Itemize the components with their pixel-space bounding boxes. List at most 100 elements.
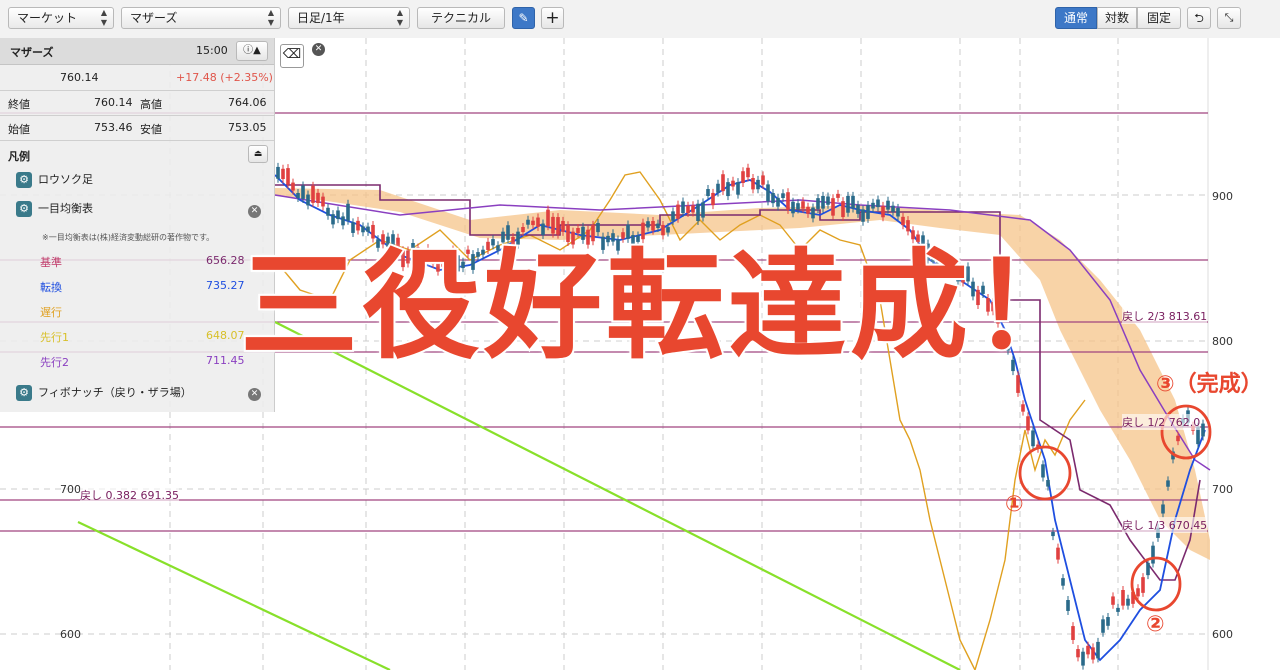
- y-axis-label: 600: [1212, 628, 1233, 641]
- candle-body: [876, 199, 880, 208]
- candle-body: [311, 185, 315, 203]
- legend-ichimoku-label: 一目均衡表: [38, 202, 93, 215]
- candle-body: [1026, 416, 1030, 431]
- candle-body: [711, 192, 715, 206]
- high-label: 高値: [140, 98, 162, 111]
- candle-body: [1151, 545, 1155, 564]
- legend-fibonacci[interactable]: ⚙ フィボナッチ（戻り・ザラ場）: [16, 384, 192, 401]
- candle-body: [801, 201, 805, 209]
- y-axis-label: 700: [1212, 483, 1233, 496]
- legend-fibonacci-label: フィボナッチ（戻り・ザラ場）: [38, 386, 192, 399]
- candle-body: [1051, 531, 1055, 537]
- candle-body: [1106, 617, 1110, 626]
- scale-fixed-button[interactable]: 固定: [1137, 7, 1181, 29]
- close-label: 終値: [8, 98, 30, 111]
- candle-body: [1166, 480, 1170, 487]
- undo-icon: ⮌: [1194, 11, 1204, 25]
- candle-body: [721, 174, 725, 192]
- candle-body: [1061, 578, 1065, 586]
- select-arrows-icon: ▲ ▼: [396, 8, 403, 27]
- annotation-mark-1: ①: [1005, 492, 1024, 517]
- open-label: 始値: [8, 123, 30, 136]
- divider: [0, 90, 274, 91]
- fib-label-1-2: 戻し 1/2 762.0: [1122, 414, 1201, 430]
- period-select-label: 日足/1年: [297, 11, 345, 25]
- legend-candle[interactable]: ⚙ ロウソク足: [16, 171, 93, 188]
- candle-body: [871, 202, 875, 209]
- candle-body: [1031, 430, 1035, 447]
- candle-body: [321, 196, 325, 207]
- candle-body: [726, 182, 730, 197]
- candle-body: [1201, 423, 1205, 437]
- shrink-icon: ⤡: [1224, 11, 1234, 24]
- annotation-mark-2: ②: [1146, 612, 1165, 637]
- remove-fibonacci-icon[interactable]: ✕: [248, 388, 261, 401]
- kijun-label: 基準: [40, 256, 62, 269]
- candle-body: [1176, 435, 1180, 442]
- candle-body: [761, 175, 765, 185]
- candle-body: [1096, 641, 1100, 659]
- low-value: 753.05: [228, 121, 267, 134]
- candle-body: [751, 177, 755, 190]
- fib-label-1-3: 戻し 1/3 670.45: [1122, 517, 1208, 533]
- gear-icon[interactable]: ⚙: [16, 385, 32, 401]
- candle-body: [1121, 590, 1125, 606]
- candle-body: [706, 189, 710, 196]
- candle-body: [1136, 588, 1140, 597]
- candle-body: [1161, 504, 1165, 514]
- gear-icon[interactable]: ⚙: [16, 201, 32, 217]
- close-value: 760.14: [94, 96, 133, 109]
- divider: [0, 115, 274, 116]
- senko1-label: 先行1: [40, 331, 69, 344]
- add-button[interactable]: +: [541, 7, 564, 29]
- candle-body: [291, 182, 295, 191]
- collapse-button[interactable]: ⤡: [1217, 7, 1241, 29]
- current-price: 760.14: [60, 71, 99, 84]
- candle-body: [316, 192, 320, 204]
- y-axis-label: 700: [60, 483, 81, 496]
- legend-ichimoku[interactable]: ⚙ 一目均衡表: [16, 200, 93, 217]
- scale-log-button[interactable]: 対数: [1097, 7, 1137, 29]
- candle-body: [731, 180, 735, 187]
- candle-body: [296, 192, 300, 199]
- candle-body: [796, 203, 800, 210]
- gear-icon[interactable]: ⚙: [16, 172, 32, 188]
- candle-body: [286, 168, 290, 185]
- divider: [0, 140, 274, 141]
- reset-button[interactable]: ⮌: [1187, 7, 1211, 29]
- candle-body: [771, 192, 775, 204]
- candle-body: [1086, 645, 1090, 655]
- legend-title: 凡例: [8, 150, 30, 163]
- info-icon: ⓘ▲: [243, 45, 261, 56]
- market-select[interactable]: マーケット ▲ ▼: [8, 7, 114, 29]
- index-select[interactable]: マザーズ ▲ ▼: [121, 7, 281, 29]
- scale-normal-button[interactable]: 通常: [1055, 7, 1097, 29]
- draw-line-button[interactable]: ✎: [512, 7, 535, 29]
- technical-button[interactable]: テクニカル: [417, 7, 505, 29]
- candle-body: [836, 193, 840, 198]
- market-select-label: マーケット: [17, 11, 78, 25]
- candle-body: [886, 200, 890, 210]
- low-label: 安値: [140, 123, 162, 136]
- senko2-value: 711.45: [206, 354, 245, 367]
- info-toggle-button[interactable]: ⓘ▲: [236, 41, 268, 61]
- fib-label-0382: 戻し 0.382 691.35: [80, 487, 179, 503]
- legend-candle-label: ロウソク足: [38, 173, 93, 186]
- kijun-value: 656.28: [206, 254, 245, 267]
- index-name: マザーズ: [10, 46, 54, 59]
- candle-body: [716, 183, 720, 193]
- candle-body: [306, 194, 310, 206]
- quote-time: 15:00: [196, 44, 228, 57]
- candle-body: [1116, 607, 1120, 612]
- y-axis-label: 900: [1212, 190, 1233, 203]
- plus-icon: +: [545, 8, 560, 28]
- legend-collapse-button[interactable]: ⏏: [248, 145, 268, 163]
- candle-body: [1041, 464, 1045, 478]
- eraser-tool-button[interactable]: ⌫: [280, 44, 304, 68]
- candle-body: [746, 167, 750, 178]
- period-select[interactable]: 日足/1年 ▲ ▼: [288, 7, 410, 29]
- senko1-value: 648.07: [206, 329, 245, 342]
- candle-body: [781, 193, 785, 199]
- close-drawing-icon[interactable]: ✕: [312, 43, 325, 56]
- tenkan-label: 転換: [40, 281, 62, 294]
